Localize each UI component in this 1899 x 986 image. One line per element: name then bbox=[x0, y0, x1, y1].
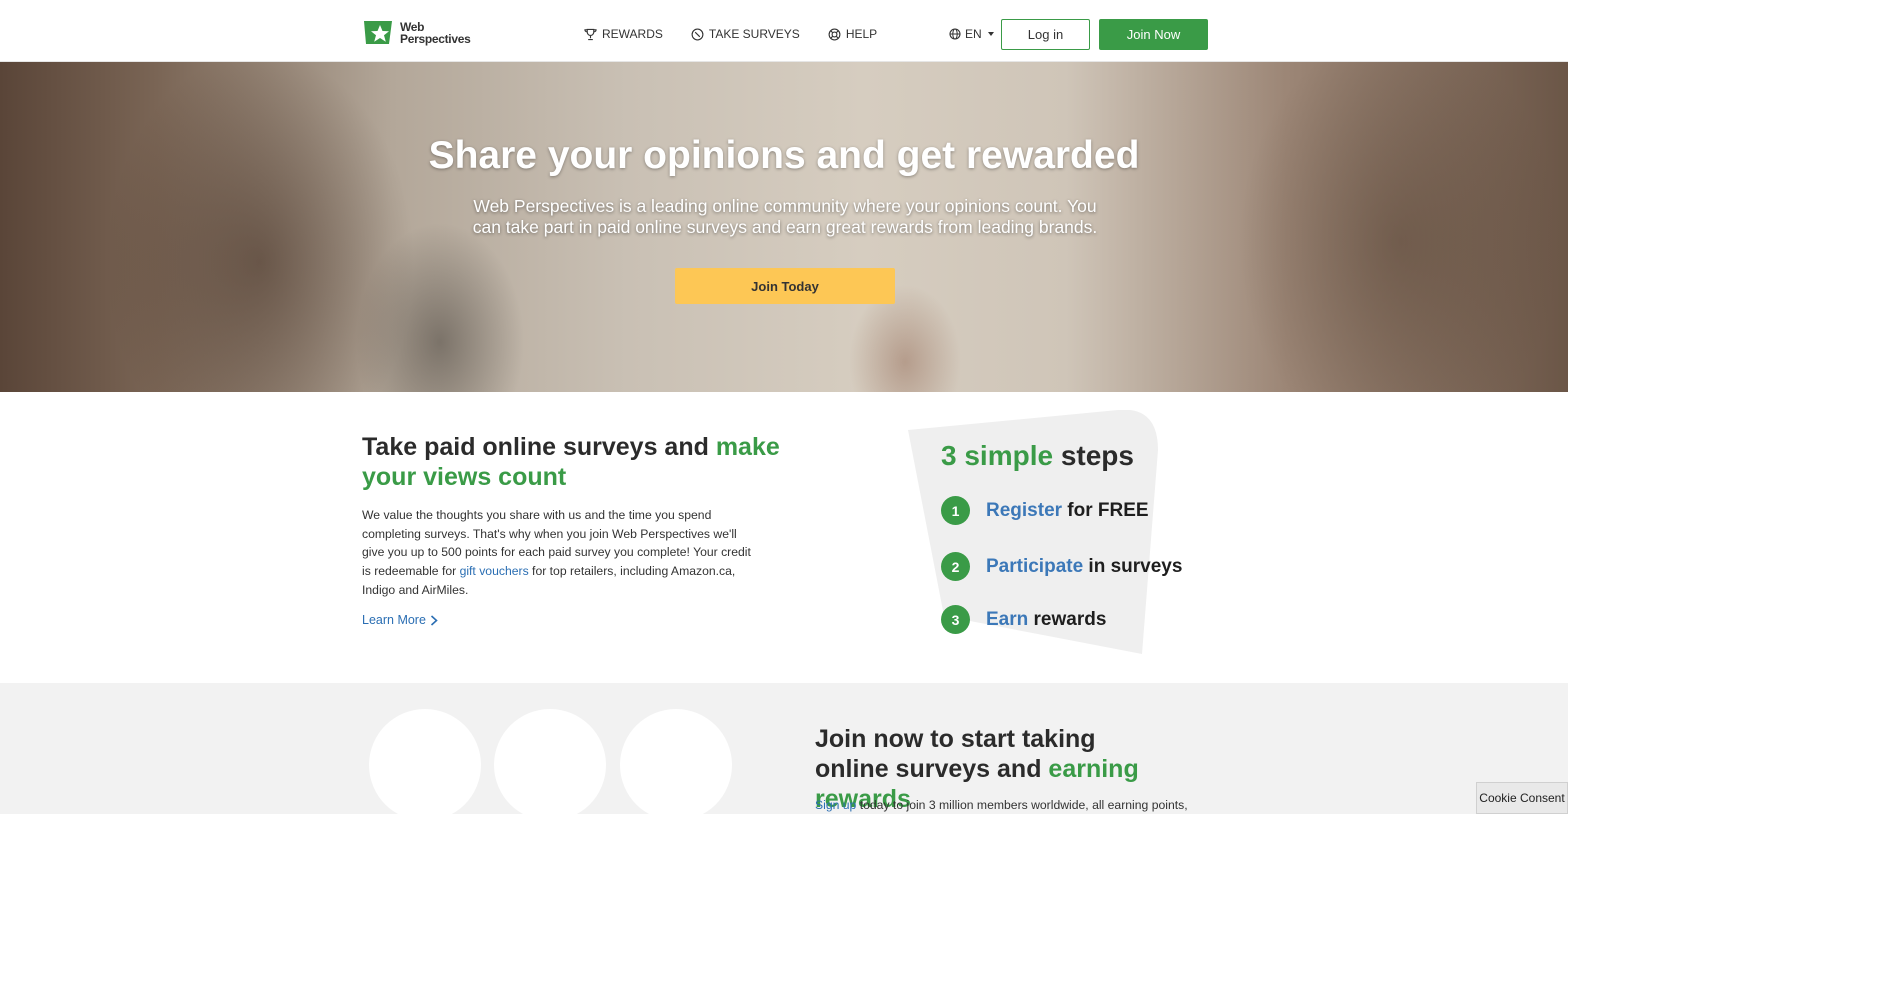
nav-rewards[interactable]: REWARDS bbox=[584, 27, 663, 41]
chevron-right-icon bbox=[430, 614, 438, 626]
steps-title-plain: steps bbox=[1053, 440, 1134, 471]
step-item: 1 Register for FREE bbox=[941, 496, 1149, 525]
logo-text-line2: Perspectives bbox=[400, 32, 471, 46]
step-highlight: Participate bbox=[986, 555, 1084, 577]
hero-title: Share your opinions and get rewarded bbox=[428, 134, 1140, 177]
intro-body: We value the thoughts you share with us … bbox=[362, 506, 754, 600]
steps-title-highlight: 3 simple bbox=[941, 440, 1054, 471]
step-rest: rewards bbox=[1028, 608, 1107, 630]
clock-icon bbox=[691, 28, 704, 40]
step-highlight: Earn bbox=[986, 608, 1029, 630]
step-rest: for FREE bbox=[1062, 499, 1149, 521]
nav-take-surveys[interactable]: TAKE SURVEYS bbox=[691, 27, 800, 41]
step-text: Register for FREE bbox=[986, 500, 1149, 522]
join-section-body: Sign up today to join 3 million members … bbox=[815, 798, 1195, 812]
language-label: EN bbox=[965, 27, 982, 41]
member-avatar-circle bbox=[369, 709, 481, 821]
step-text: Participate in surveys bbox=[986, 556, 1182, 578]
lifebuoy-icon bbox=[828, 28, 841, 40]
step-number-badge: 3 bbox=[941, 605, 970, 634]
step-text: Earn rewards bbox=[986, 609, 1106, 631]
step-highlight: Register bbox=[986, 499, 1063, 521]
globe-icon bbox=[949, 28, 961, 40]
steps-title: 3 simple steps bbox=[941, 440, 1134, 472]
step-number-badge: 2 bbox=[941, 552, 970, 581]
chevron-down-icon bbox=[987, 32, 994, 36]
step-item: 2 Participate in surveys bbox=[941, 552, 1182, 581]
star-logo-icon bbox=[364, 21, 392, 44]
nav-help[interactable]: HELP bbox=[828, 27, 877, 41]
member-avatar-circle bbox=[620, 709, 732, 821]
nav-rewards-label: REWARDS bbox=[602, 27, 663, 41]
join-now-button[interactable]: Join Now bbox=[1099, 19, 1208, 50]
join-today-button[interactable]: Join Today bbox=[675, 268, 895, 304]
logo-wordmark: Web Perspectives bbox=[400, 21, 471, 46]
intro-title-plain: Take paid online surveys and bbox=[362, 433, 716, 461]
step-item: 3 Earn rewards bbox=[941, 605, 1106, 634]
step-number-badge: 1 bbox=[941, 496, 970, 525]
hero-banner: Share your opinions and get rewarded Web… bbox=[0, 62, 1568, 392]
join-body-text: today to join 3 million members worldwid… bbox=[856, 798, 1188, 812]
hero-subtitle: Web Perspectives is a leading online com… bbox=[472, 196, 1098, 237]
nav-take-surveys-label: TAKE SURVEYS bbox=[708, 27, 800, 41]
member-avatar-circle bbox=[494, 709, 606, 821]
cookie-consent-button[interactable]: Cookie Consent bbox=[1476, 782, 1568, 814]
sign-up-link[interactable]: Sign up bbox=[815, 798, 856, 812]
learn-more-label: Learn More bbox=[362, 613, 426, 627]
step-rest: in surveys bbox=[1083, 555, 1183, 577]
trophy-icon bbox=[584, 28, 597, 40]
site-header: Web Perspectives REWARDS TAKE SURVEYS HE… bbox=[0, 0, 1568, 62]
language-selector[interactable]: EN bbox=[949, 27, 994, 41]
nav-help-label: HELP bbox=[845, 27, 878, 41]
join-section bbox=[0, 683, 1568, 814]
gift-vouchers-link[interactable]: gift vouchers bbox=[460, 564, 529, 578]
intro-title: Take paid online surveys and make your v… bbox=[362, 432, 782, 492]
learn-more-link[interactable]: Learn More bbox=[362, 613, 438, 627]
site-logo[interactable]: Web Perspectives bbox=[362, 18, 472, 48]
main-nav: REWARDS TAKE SURVEYS HELP bbox=[584, 27, 877, 41]
login-button[interactable]: Log in bbox=[1001, 19, 1090, 50]
